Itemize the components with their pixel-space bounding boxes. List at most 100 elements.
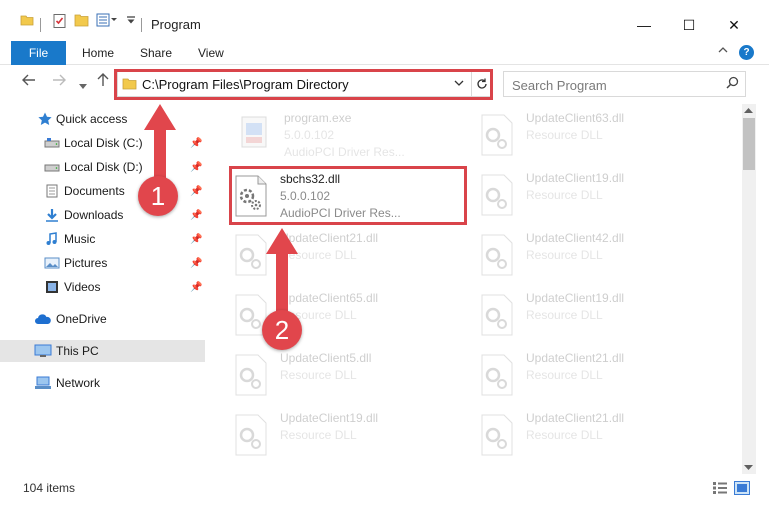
dll-file-icon (232, 174, 272, 218)
file-name: UpdateClient19.dll (280, 411, 379, 425)
file-type: Resource DLL (526, 128, 603, 142)
sidebar-item-label: Videos (64, 280, 101, 294)
file-item[interactable]: UpdateClient19.dll Resource DLL (478, 289, 708, 347)
folder-icon (122, 77, 137, 93)
file-type: Resource DLL (526, 248, 603, 262)
new-folder-icon[interactable] (74, 13, 90, 27)
up-arrow-icon[interactable] (97, 73, 109, 92)
download-icon (44, 208, 60, 222)
sidebar-item-label: Local Disk (C:) (64, 136, 143, 150)
pin-icon[interactable]: 📌 (190, 186, 202, 197)
chevron-down-icon[interactable] (454, 75, 464, 94)
file-item[interactable]: UpdateClient19.dll Resource DLL (478, 169, 708, 227)
item-count: 104 items (23, 481, 76, 495)
video-icon (44, 280, 60, 294)
file-item-selected[interactable]: sbchs32.dll 5.0.0.102 AudioPCI Driver Re… (232, 170, 462, 228)
file-version: 5.0.0.102 (284, 128, 335, 142)
file-name: UpdateClient21.dll (526, 411, 625, 425)
scrollbar-thumb[interactable] (743, 118, 755, 170)
vertical-scrollbar[interactable] (742, 104, 756, 474)
file-name: UpdateClient63.dll (526, 111, 625, 125)
file-name: UpdateClient21.dll (526, 351, 625, 365)
file-name: sbchs32.dll (280, 172, 341, 186)
file-name: UpdateClient19.dll (526, 171, 625, 185)
step-2-arrow (266, 228, 298, 316)
ribbon: File Home Share View ? (0, 41, 769, 65)
pin-icon[interactable]: 📌 (190, 234, 202, 245)
search-icon[interactable] (726, 76, 739, 92)
file-name: UpdateClient19.dll (526, 291, 625, 305)
sidebar-item-label: Documents (64, 184, 125, 198)
refresh-icon[interactable] (471, 72, 491, 96)
sidebar-item-videos[interactable]: Videos 📌 (0, 276, 205, 298)
properties-icon[interactable] (52, 13, 68, 29)
file-item[interactable]: UpdateClient19.dll Resource DLL (232, 409, 462, 467)
customize-toolbar-icon[interactable] (126, 15, 136, 25)
step-1-badge: 1 (138, 176, 178, 216)
sidebar-item-network[interactable]: Network (0, 372, 205, 394)
forward-arrow-icon[interactable] (52, 73, 66, 92)
tab-file[interactable]: File (11, 41, 66, 65)
dll-file-icon (232, 413, 272, 457)
scroll-up-icon[interactable] (744, 106, 753, 115)
pin-icon[interactable]: 📌 (190, 258, 202, 269)
file-item[interactable]: UpdateClient21.dll Resource DLL (478, 349, 708, 407)
sidebar-item-onedrive[interactable]: OneDrive (0, 308, 205, 330)
divider (141, 18, 142, 32)
dll-file-icon (478, 233, 518, 277)
step-2-badge: 2 (262, 310, 302, 350)
sidebar-item-label: Quick access (56, 112, 128, 126)
file-item[interactable]: UpdateClient21.dll Resource DLL (478, 409, 708, 467)
drive-icon (44, 160, 60, 174)
search-input[interactable]: Search Program (512, 78, 607, 93)
pin-icon[interactable]: 📌 (190, 162, 202, 173)
pin-icon[interactable]: 📌 (190, 138, 202, 149)
sidebar-item-this-pc[interactable]: This PC (0, 340, 205, 362)
scroll-down-icon[interactable] (744, 464, 753, 473)
pin-icon[interactable]: 📌 (190, 210, 202, 221)
sidebar-item-label: Music (64, 232, 96, 246)
sidebar-item-label: Local Disk (D:) (64, 160, 143, 174)
tab-view[interactable]: View (198, 46, 224, 60)
maximize-button[interactable]: ☐ (674, 12, 704, 38)
recent-locations-icon[interactable] (79, 77, 87, 95)
back-arrow-icon[interactable] (22, 73, 36, 92)
file-item[interactable]: UpdateClient42.dll Resource DLL (478, 229, 708, 287)
file-item[interactable]: UpdateClient5.dll Resource DLL (232, 349, 462, 407)
file-description: AudioPCI Driver Res... (284, 145, 405, 159)
sidebar-item-music[interactable]: Music 📌 (0, 228, 205, 250)
dll-file-icon (478, 413, 518, 457)
file-item[interactable]: program.exe 5.0.0.102 AudioPCI Driver Re… (236, 109, 466, 167)
dll-file-icon (478, 353, 518, 397)
chevron-up-icon[interactable] (718, 45, 728, 57)
file-type: Resource DLL (280, 368, 357, 382)
address-bar[interactable]: C:\Program Files\Program Directory (117, 71, 491, 97)
address-path[interactable]: C:\Program Files\Program Directory (142, 77, 349, 92)
status-bar: 104 items (0, 476, 769, 500)
file-item[interactable]: UpdateClient63.dll Resource DLL (478, 109, 708, 167)
view-options-icon[interactable] (96, 13, 118, 27)
dll-file-icon (478, 113, 518, 157)
pin-icon[interactable]: 📌 (190, 282, 202, 293)
pictures-icon (44, 256, 60, 270)
tab-share[interactable]: Share (140, 46, 172, 60)
sidebar-item-label: This PC (56, 344, 99, 358)
file-version: 5.0.0.102 (280, 189, 331, 203)
documents-icon (44, 184, 60, 198)
drive-icon (44, 136, 60, 150)
folder-icon (20, 13, 34, 27)
file-type: Resource DLL (526, 188, 603, 202)
search-box[interactable]: Search Program (503, 71, 746, 97)
help-button[interactable]: ? (739, 45, 754, 60)
close-button[interactable]: ✕ (719, 12, 749, 38)
tiles-view-icon[interactable] (734, 481, 750, 495)
details-view-icon[interactable] (712, 481, 728, 495)
window-title: Program (151, 17, 201, 32)
tab-home[interactable]: Home (82, 46, 114, 60)
star-icon (37, 112, 53, 126)
network-icon (34, 376, 51, 390)
minimize-button[interactable]: — (629, 12, 659, 38)
navigation-bar: C:\Program Files\Program Directory Searc… (0, 66, 769, 102)
sidebar-item-pictures[interactable]: Pictures 📌 (0, 252, 205, 274)
dll-file-icon (232, 353, 272, 397)
